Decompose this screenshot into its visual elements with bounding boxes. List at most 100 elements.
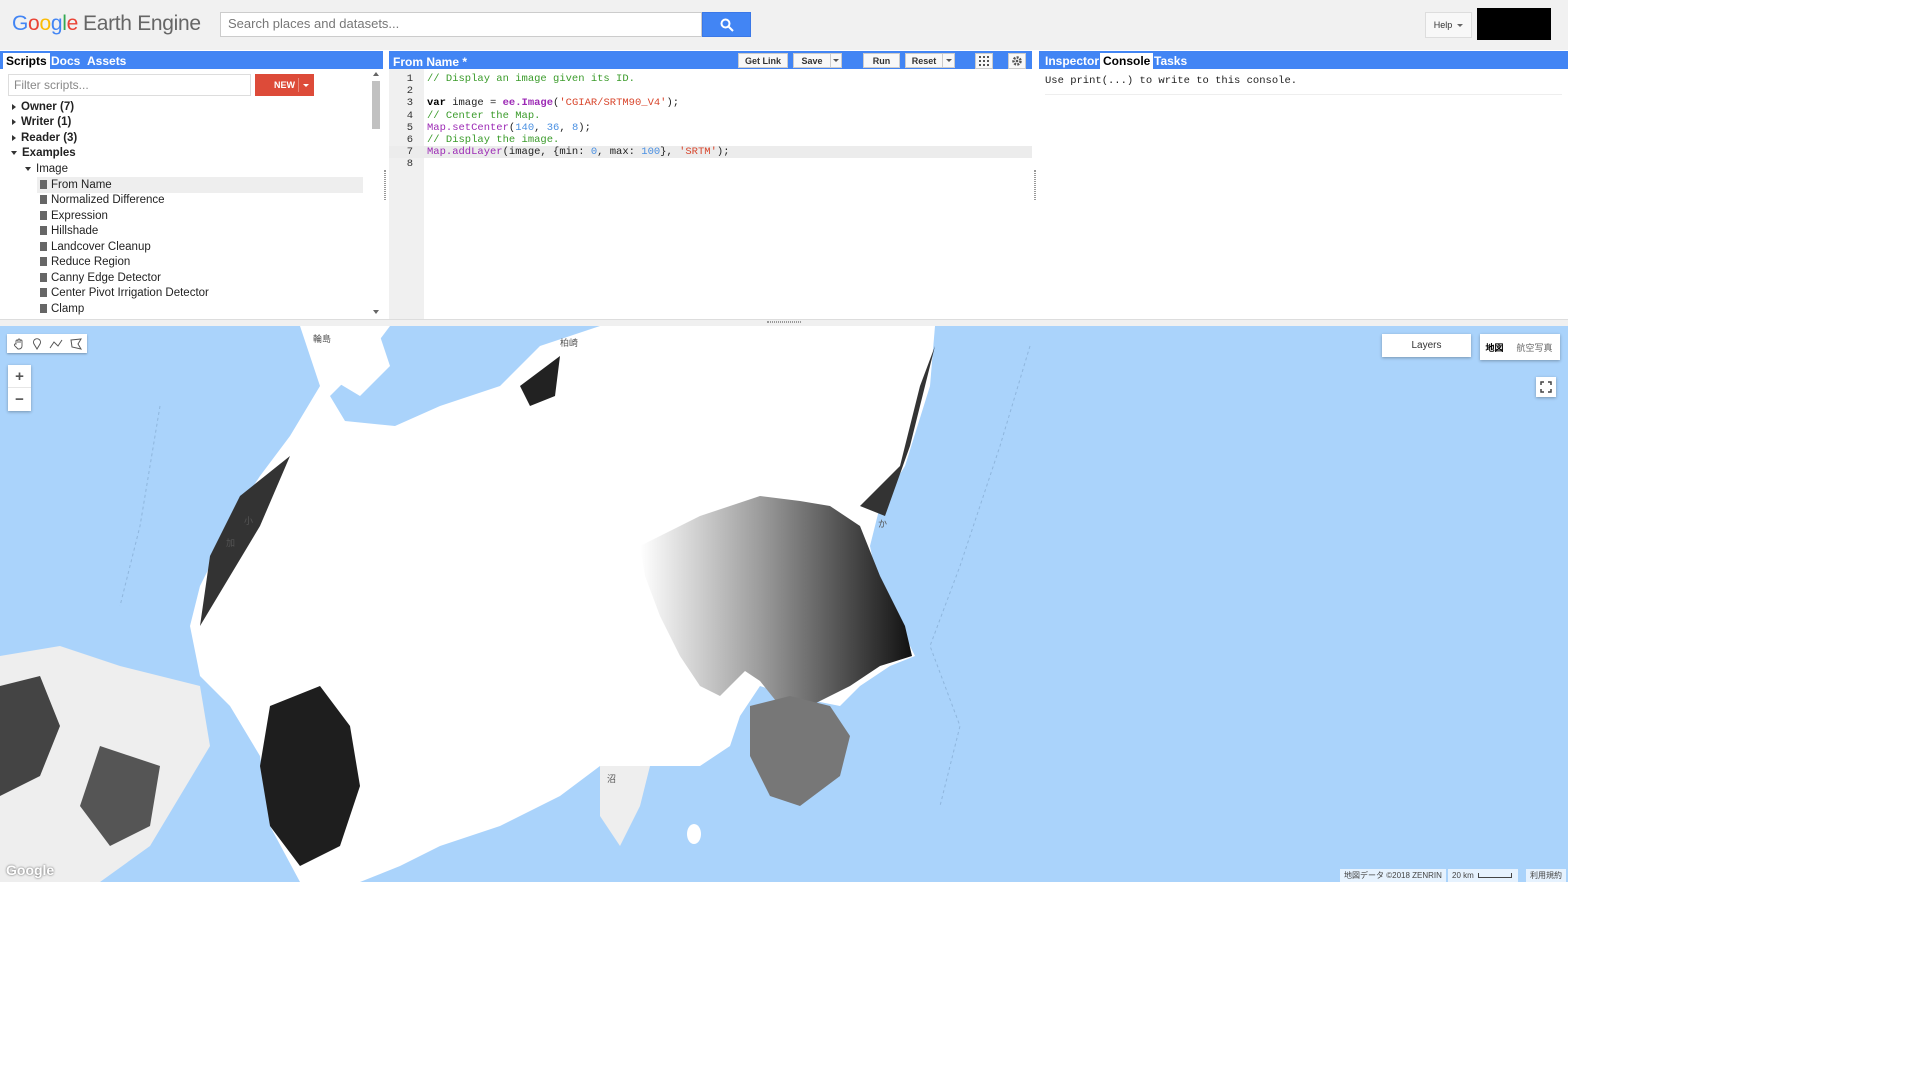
scrollbar-thumb[interactable] bbox=[372, 81, 380, 129]
filter-scripts-input[interactable]: Filter scripts... bbox=[8, 74, 251, 96]
console-hint: Use print(...) to write to this console. bbox=[1045, 75, 1298, 87]
map-resize-bar[interactable] bbox=[0, 319, 1568, 326]
code-token: 'CGIAR/SRTM90_V4' bbox=[559, 97, 667, 109]
tree-group-owner[interactable]: Owner (7) bbox=[12, 100, 74, 115]
left-panel-tabbar: Scripts Docs Assets bbox=[0, 51, 383, 69]
file-icon bbox=[40, 226, 47, 235]
code-token: (image, {min: bbox=[502, 146, 591, 158]
app-header: Google Earth Engine Search places and dat… bbox=[0, 0, 1568, 50]
search-icon bbox=[720, 18, 734, 32]
zoom-control: + − bbox=[8, 365, 31, 411]
expand-arrow-icon bbox=[12, 134, 16, 141]
tab-inspector[interactable]: Inspector bbox=[1042, 53, 1102, 69]
layers-button[interactable]: Layers bbox=[1382, 334, 1471, 357]
right-resize-handle[interactable] bbox=[1034, 170, 1036, 200]
scale-label: 20 km bbox=[1452, 871, 1474, 880]
zoom-out-button[interactable]: − bbox=[8, 388, 31, 411]
script-label: Hillshade bbox=[51, 225, 99, 237]
script-item[interactable]: Hillshade bbox=[37, 223, 363, 239]
new-script-button[interactable]: NEW bbox=[255, 74, 314, 96]
terms-link[interactable]: 利用規約 bbox=[1526, 869, 1566, 882]
script-item[interactable]: Clamp bbox=[37, 301, 363, 317]
script-item[interactable]: From Name bbox=[37, 177, 363, 193]
script-label: Center Pivot Irrigation Detector bbox=[51, 287, 209, 299]
script-label: From Name bbox=[51, 179, 112, 191]
script-item[interactable]: Canny Edge Detector bbox=[37, 270, 363, 286]
run-button[interactable]: Run bbox=[863, 53, 900, 68]
polygon-draw-icon[interactable] bbox=[69, 337, 82, 350]
search-input[interactable]: Search places and datasets... bbox=[220, 12, 702, 37]
resize-grip-icon[interactable] bbox=[767, 321, 801, 323]
zoom-in-button[interactable]: + bbox=[8, 365, 31, 388]
tab-docs[interactable]: Docs bbox=[48, 53, 83, 69]
tab-tasks[interactable]: Tasks bbox=[1151, 53, 1190, 69]
divider bbox=[298, 78, 299, 92]
script-item[interactable]: Landcover Cleanup bbox=[37, 239, 363, 255]
expand-arrow-icon bbox=[12, 118, 16, 125]
map-type-map-button[interactable]: 地図 bbox=[1480, 334, 1509, 360]
code-line-1: // Display an image given its ID. bbox=[427, 73, 635, 85]
logo-letter: o bbox=[28, 12, 40, 35]
scroll-down-icon[interactable] bbox=[373, 310, 379, 314]
get-link-button[interactable]: Get Link bbox=[738, 53, 788, 68]
account-avatar[interactable] bbox=[1477, 8, 1551, 40]
tree-folder-image[interactable]: Image bbox=[25, 162, 68, 177]
tab-console[interactable]: Console bbox=[1100, 53, 1154, 69]
hand-pan-icon[interactable] bbox=[13, 338, 25, 350]
map-type-satellite-button[interactable]: 航空写真 bbox=[1509, 334, 1560, 360]
script-item[interactable]: Center Pivot Irrigation Detector bbox=[37, 285, 363, 301]
map-canvas[interactable]: 輪島 柏崎 小 加 か 沼 + − Layers 地図 航空写真 Google … bbox=[0, 326, 1568, 882]
code-token: ); bbox=[716, 146, 730, 158]
code-token: 'SRTM' bbox=[679, 146, 717, 158]
file-icon bbox=[40, 195, 47, 204]
code-token: , max: bbox=[597, 146, 642, 158]
line-number: 6 bbox=[406, 134, 413, 146]
line-number: 8 bbox=[406, 158, 413, 170]
group-label: Reader bbox=[21, 132, 60, 144]
scroll-up-icon[interactable] bbox=[373, 72, 379, 76]
chevron-down-icon[interactable] bbox=[303, 84, 309, 87]
tree-group-reader[interactable]: Reader (3) bbox=[12, 131, 77, 146]
script-label: Landcover Cleanup bbox=[51, 241, 151, 253]
left-resize-handle[interactable] bbox=[384, 170, 386, 200]
script-label: Expression bbox=[51, 210, 108, 222]
map-attribution: 地図データ ©2018 ZENRIN bbox=[1340, 869, 1446, 882]
grid-icon bbox=[979, 56, 989, 66]
code-token: Map.addLayer bbox=[427, 146, 503, 158]
map-type-control: 地図 航空写真 bbox=[1480, 334, 1560, 360]
reset-dropdown[interactable] bbox=[942, 53, 955, 68]
settings-button[interactable] bbox=[1008, 53, 1026, 69]
code-token: var bbox=[427, 97, 446, 109]
scripts-scrollbar[interactable] bbox=[370, 69, 382, 319]
marker-icon[interactable] bbox=[32, 337, 42, 350]
script-item[interactable]: Expression bbox=[37, 208, 363, 224]
line-number: 3 bbox=[406, 97, 413, 109]
reset-button[interactable]: Reset bbox=[905, 53, 943, 68]
line-number: 7 bbox=[406, 146, 413, 158]
tree-group-examples[interactable]: Examples bbox=[11, 146, 76, 161]
line-draw-icon[interactable] bbox=[49, 338, 63, 350]
line-number: 4 bbox=[406, 110, 413, 122]
search-button[interactable] bbox=[702, 12, 751, 37]
tab-scripts[interactable]: Scripts bbox=[3, 53, 50, 69]
help-button[interactable]: Help bbox=[1425, 12, 1472, 38]
script-item[interactable]: Reduce Region bbox=[37, 254, 363, 270]
tree-group-writer[interactable]: Writer (1) bbox=[12, 115, 71, 130]
logo-letter: g bbox=[50, 12, 63, 35]
apps-button[interactable] bbox=[975, 53, 993, 69]
code-token: ); bbox=[666, 97, 680, 109]
script-item[interactable]: Normalized Difference bbox=[37, 192, 363, 208]
divider bbox=[1045, 94, 1562, 95]
save-dropdown[interactable] bbox=[830, 53, 842, 68]
file-icon bbox=[40, 211, 47, 220]
code-line-5: Map.setCenter(140, 36, 8); bbox=[427, 122, 591, 134]
save-button[interactable]: Save bbox=[793, 53, 831, 68]
help-label: Help bbox=[1433, 20, 1453, 30]
fullscreen-button[interactable] bbox=[1536, 377, 1556, 397]
earth-engine-logo[interactable]: Google Earth Engine bbox=[12, 12, 201, 36]
logo-letter: o bbox=[39, 12, 51, 35]
tab-assets[interactable]: Assets bbox=[84, 53, 129, 69]
code-editor[interactable]: 1 2 3 4 5 6 7 8 // Display an image give… bbox=[389, 69, 1032, 319]
chevron-down-icon bbox=[1457, 23, 1464, 27]
chevron-down-icon bbox=[833, 59, 839, 62]
